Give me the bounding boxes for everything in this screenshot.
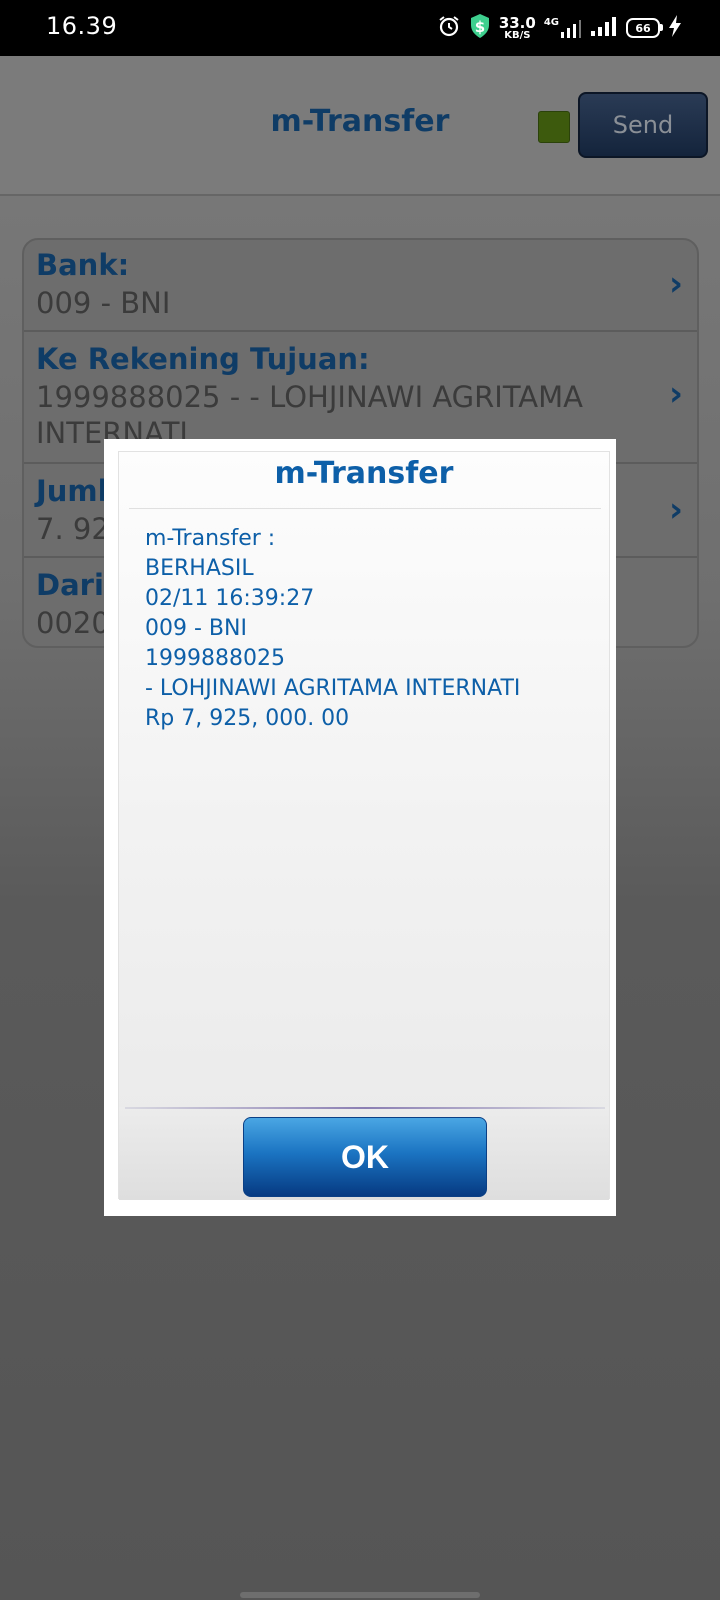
message-line: - LOHJINAWI AGRITAMA INTERNATI (145, 676, 521, 701)
signal-4g-icon: 4G (544, 17, 582, 39)
charging-icon (668, 14, 682, 42)
row-value: 1999888025 - - LOHJINAWI AGRITAMA (36, 380, 584, 414)
row-value: 0020 (36, 606, 110, 640)
status-time: 16.39 (46, 12, 118, 40)
chevron-right-icon: › (668, 264, 683, 304)
send-button[interactable]: Send (578, 92, 708, 158)
dialog-panel: m-Transfer m-Transfer : BERHASIL 02/11 1… (118, 451, 610, 1200)
shield-dollar-icon: $ (469, 13, 491, 43)
row-label: Ke Rekening Tujuan: (36, 342, 370, 376)
message-line: 009 - BNI (145, 616, 247, 641)
dialog-title: m-Transfer (274, 456, 454, 491)
message-line: 1999888025 (145, 646, 285, 671)
chevron-right-icon: › (668, 490, 683, 530)
row-value: 009 - BNI (36, 286, 171, 320)
message-line: Rp 7, 925, 000. 00 (145, 706, 350, 731)
chevron-right-icon: › (668, 374, 683, 414)
form-row-bank[interactable]: Bank: 009 - BNI › (24, 240, 697, 332)
result-dialog: m-Transfer m-Transfer : BERHASIL 02/11 1… (104, 439, 616, 1216)
divider (129, 508, 601, 509)
status-bar: 16.39 $ 33.0 KB/S 4G 66 (0, 0, 720, 56)
svg-text:$: $ (475, 18, 485, 36)
home-indicator[interactable] (240, 1592, 480, 1598)
network-speed: 33.0 KB/S (498, 13, 536, 41)
ok-button[interactable]: OK (243, 1117, 487, 1197)
status-icons: $ 33.0 KB/S 4G 66 (437, 12, 682, 44)
battery-icon: 66 (626, 18, 663, 38)
message-line: 02/11 16:39:27 (145, 586, 315, 611)
message-line: m-Transfer : (145, 526, 276, 551)
message-line: BERHASIL (145, 556, 254, 581)
alarm-icon (437, 14, 461, 42)
signal-icon (590, 15, 618, 41)
row-label: Bank: (36, 248, 130, 282)
app-header: m-Transfer Send (0, 56, 720, 196)
dialog-message: m-Transfer : BERHASIL 02/11 16:39:27 009… (145, 524, 595, 734)
divider (125, 1107, 605, 1109)
status-indicator (538, 111, 570, 143)
